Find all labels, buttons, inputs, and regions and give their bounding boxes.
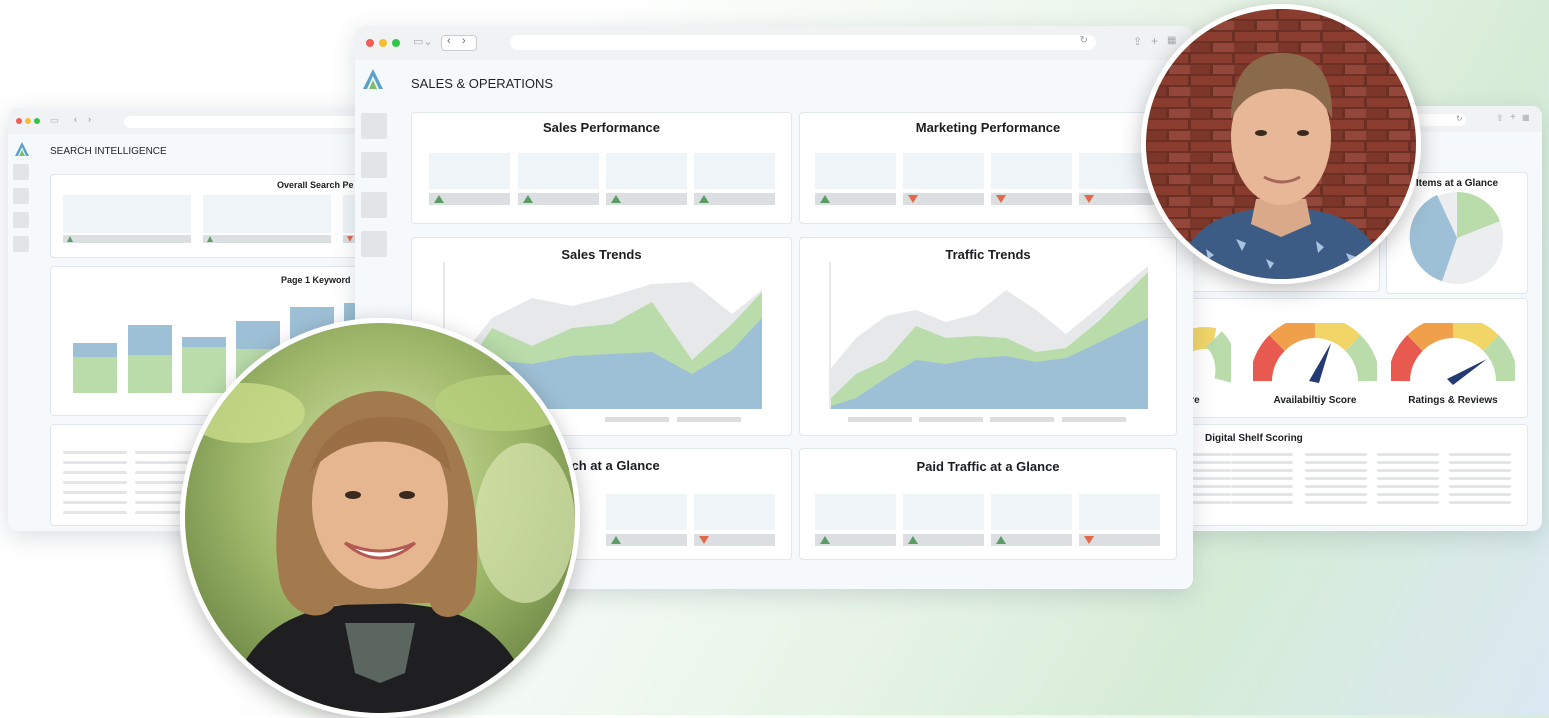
overall-search-title: Overall Search Pe xyxy=(277,180,354,190)
close-dot[interactable] xyxy=(366,39,374,47)
gauges-card: re Availabiltiy Score Ratings & Reviews xyxy=(1160,298,1528,418)
trend-up-icon xyxy=(908,536,918,544)
digital-shelf-card: Digital Shelf Scoring xyxy=(1160,424,1528,526)
sales-performance-card: Sales Performance xyxy=(411,112,792,224)
trend-up-icon xyxy=(699,195,709,203)
trend-up-icon xyxy=(67,236,73,242)
share-icon[interactable]: ⇪ xyxy=(1133,35,1142,48)
forward-chevron-icon[interactable]: › xyxy=(462,35,466,47)
trend-up-icon xyxy=(207,236,213,242)
paid-traffic-title: Paid Traffic at a Glance xyxy=(916,459,1060,474)
main-sidebar-item[interactable] xyxy=(361,192,387,218)
logo-icon xyxy=(15,142,29,156)
avatar-woman xyxy=(180,318,580,718)
share-icon[interactable]: ⇪ xyxy=(1496,113,1504,124)
main-url-bar[interactable]: ↻ xyxy=(510,35,1096,50)
trend-up-icon xyxy=(434,195,444,203)
sidebar-toggle-icon[interactable]: ▭⌄ xyxy=(413,35,433,48)
items-pie-chart xyxy=(1409,191,1503,284)
logo-icon xyxy=(363,69,383,89)
left-sidebar-item[interactable] xyxy=(13,188,29,204)
left-sidebar-item[interactable] xyxy=(13,164,29,180)
trend-down-icon xyxy=(996,195,1006,203)
main-page-title: SALES & OPERATIONS xyxy=(411,76,554,91)
maximize-dot[interactable] xyxy=(392,39,400,47)
availability-gauge xyxy=(1253,323,1377,383)
left-url-bar[interactable] xyxy=(124,116,384,128)
trend-down-icon xyxy=(908,195,918,203)
main-sidebar-item[interactable] xyxy=(361,113,387,139)
new-tab-icon[interactable]: + xyxy=(1151,34,1158,48)
trend-down-icon xyxy=(699,536,709,544)
maximize-dot[interactable] xyxy=(34,118,40,124)
reload-icon[interactable]: ↻ xyxy=(1080,35,1088,46)
minimize-dot[interactable] xyxy=(379,39,387,47)
left-sidebar-item[interactable] xyxy=(13,212,29,228)
back-chevron-icon[interactable]: ‹ xyxy=(74,114,77,124)
trend-up-icon xyxy=(523,195,533,203)
sales-performance-title: Sales Performance xyxy=(542,120,661,135)
trend-up-icon xyxy=(820,195,830,203)
nav-buttons: ‹ › xyxy=(441,35,477,51)
paid-traffic-card: Paid Traffic at a Glance xyxy=(799,448,1177,560)
tabs-grid-icon[interactable]: ▦ xyxy=(1522,113,1530,122)
close-dot[interactable] xyxy=(16,118,22,124)
traffic-trends-area-chart xyxy=(829,262,1148,422)
trend-down-icon xyxy=(347,236,353,242)
marketing-performance-title: Marketing Performance xyxy=(915,120,1061,135)
left-page-title: SEARCH INTELLIGENCE xyxy=(50,146,167,157)
back-chevron-icon[interactable]: ‹ xyxy=(447,35,451,47)
trend-up-icon xyxy=(996,536,1006,544)
trend-down-icon xyxy=(1084,536,1094,544)
availability-gauge-label: Availabiltiy Score xyxy=(1273,395,1357,406)
new-tab-icon[interactable]: + xyxy=(1510,112,1516,123)
overall-search-card: Overall Search Pe xyxy=(50,174,398,258)
forward-chevron-icon[interactable]: › xyxy=(88,114,91,124)
trend-down-icon xyxy=(1084,195,1094,203)
avatar-man xyxy=(1141,4,1421,284)
minimize-dot[interactable] xyxy=(25,118,31,124)
main-sidebar-item[interactable] xyxy=(361,152,387,178)
reload-icon[interactable]: ↻ xyxy=(1456,114,1463,123)
trend-up-icon xyxy=(611,536,621,544)
digital-shelf-title: Digital Shelf Scoring xyxy=(1205,433,1303,444)
sidebar-toggle-icon[interactable]: ▭ xyxy=(50,115,59,126)
ratings-gauge-label: Ratings & Reviews xyxy=(1408,395,1498,406)
marketing-performance-card: Marketing Performance xyxy=(799,112,1177,224)
trend-up-icon xyxy=(820,536,830,544)
left-sidebar-item[interactable] xyxy=(13,236,29,252)
tabs-grid-icon[interactable]: ▦ xyxy=(1167,35,1176,46)
ratings-gauge xyxy=(1391,323,1515,385)
trend-up-icon xyxy=(611,195,621,203)
main-sidebar-item[interactable] xyxy=(361,231,387,257)
traffic-trends-card: Traffic Trends xyxy=(799,237,1177,436)
